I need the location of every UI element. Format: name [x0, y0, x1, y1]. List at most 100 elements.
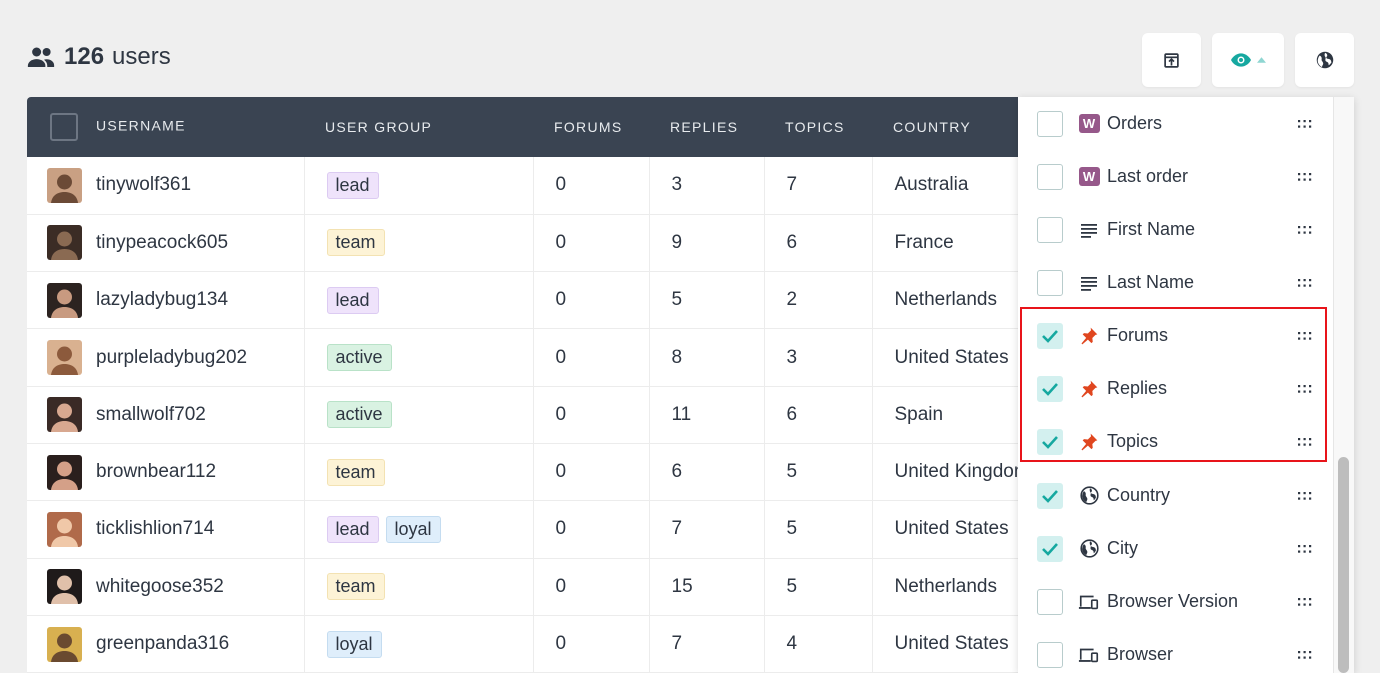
column-option-country[interactable]: Country [1018, 469, 1330, 522]
username[interactable]: greenpanda316 [96, 633, 229, 655]
table-row[interactable]: tinypeacock605 team 0 9 6 France [27, 214, 1027, 273]
topics-cell: 7 [764, 157, 873, 215]
username-cell[interactable]: tinywolf361 [27, 157, 305, 215]
column-label: TOPICS [785, 119, 845, 135]
column-option-browser[interactable]: Browser [1018, 628, 1330, 673]
column-checkbox[interactable] [1037, 641, 1063, 668]
column-option-forums[interactable]: Forums [1018, 309, 1330, 362]
username-cell[interactable]: brownbear112 [27, 443, 305, 502]
table-row[interactable]: purpleladybug202 active 0 8 3 United Sta… [27, 328, 1027, 387]
column-header-topics[interactable]: TOPICS [764, 97, 872, 157]
column-option-first-name[interactable]: First Name [1018, 203, 1330, 256]
pin-icon [1078, 378, 1100, 400]
username[interactable]: tinywolf361 [96, 174, 191, 196]
column-option-last-name[interactable]: Last Name [1018, 256, 1330, 309]
column-option-last-order[interactable]: W Last order [1018, 150, 1330, 203]
drag-handle-icon[interactable] [1298, 437, 1312, 447]
user-group-badge: team [326, 573, 385, 601]
topics-cell: 6 [764, 214, 873, 273]
avatar [47, 511, 82, 547]
export-icon [1164, 52, 1179, 68]
export-button[interactable] [1142, 33, 1201, 87]
column-checkbox[interactable] [1037, 110, 1063, 137]
column-header-replies[interactable]: REPLIES [649, 97, 764, 157]
drag-handle-icon[interactable] [1298, 597, 1312, 607]
column-checkbox[interactable] [1037, 375, 1063, 402]
column-checkbox[interactable] [1037, 588, 1063, 615]
drag-handle-icon[interactable] [1298, 225, 1312, 235]
topics-cell: 5 [764, 500, 873, 559]
column-option-browser-version[interactable]: Browser Version [1018, 575, 1330, 628]
globe-button[interactable] [1295, 33, 1354, 87]
column-checkbox[interactable] [1037, 535, 1063, 562]
column-checkbox[interactable] [1037, 322, 1063, 349]
table-header-row: USERNAME USER GROUP FORUMS REPLIES TOPIC… [27, 97, 1027, 157]
column-checkbox[interactable] [1037, 216, 1063, 243]
column-visibility-button[interactable] [1212, 33, 1284, 87]
column-checkbox[interactable] [1037, 482, 1063, 509]
user-group-badge: loyal [326, 630, 382, 658]
username-cell[interactable]: tinypeacock605 [27, 214, 305, 273]
eye-icon [1230, 53, 1251, 67]
column-checkbox[interactable] [1037, 269, 1063, 296]
avatar [47, 454, 82, 490]
user-group-badge: lead [326, 515, 379, 543]
avatar [47, 225, 82, 261]
column-option-topics[interactable]: Topics [1018, 415, 1330, 468]
username[interactable]: lazyladybug134 [96, 289, 228, 311]
table-row[interactable]: whitegoose352 team 0 15 5 Netherlands [27, 558, 1027, 616]
column-option-label: First Name [1107, 219, 1196, 239]
user-group-badge: loyal [385, 515, 441, 543]
table-row[interactable]: brownbear112 team 0 6 5 United Kingdom [27, 443, 1027, 502]
column-header-forums[interactable]: FORUMS [533, 97, 649, 157]
username[interactable]: whitegoose352 [96, 576, 224, 598]
table-row[interactable]: tinywolf361 lead 0 3 7 Australia [27, 157, 1027, 215]
username-cell[interactable]: greenpanda316 [27, 615, 305, 673]
user-group-cell: loyal [304, 615, 534, 673]
column-checkbox[interactable] [1037, 428, 1063, 455]
drag-handle-icon[interactable] [1298, 491, 1312, 501]
drag-handle-icon[interactable] [1298, 172, 1312, 182]
users-table: USERNAME USER GROUP FORUMS REPLIES TOPIC… [27, 97, 1027, 673]
drag-handle-icon[interactable] [1298, 119, 1312, 129]
column-header-user-group[interactable]: USER GROUP [304, 97, 533, 157]
table-row[interactable]: smallwolf702 active 0 11 6 Spain [27, 386, 1027, 444]
select-all-checkbox[interactable] [50, 113, 78, 141]
drag-handle-icon[interactable] [1298, 544, 1312, 554]
column-option-city[interactable]: City [1018, 522, 1330, 575]
avatar [47, 569, 82, 605]
avatar [47, 397, 82, 433]
column-header-country[interactable]: COUNTRY [872, 97, 1027, 157]
replies-cell: 8 [649, 328, 765, 387]
column-option-orders[interactable]: W Orders [1018, 97, 1330, 150]
drag-handle-icon[interactable] [1298, 650, 1312, 660]
username[interactable]: tinypeacock605 [96, 232, 228, 254]
table-row[interactable]: lazyladybug134 lead 0 5 2 Netherlands [27, 271, 1027, 330]
username-cell[interactable]: ticklishlion714 [27, 500, 305, 559]
column-option-replies[interactable]: Replies [1018, 362, 1330, 415]
username[interactable]: ticklishlion714 [96, 518, 214, 540]
column-header-username[interactable]: USERNAME [27, 97, 304, 157]
drag-handle-icon[interactable] [1298, 384, 1312, 394]
username-cell[interactable]: purpleladybug202 [27, 328, 305, 387]
column-checkbox[interactable] [1037, 163, 1063, 190]
table-row[interactable]: greenpanda316 loyal 0 7 4 United States [27, 615, 1027, 673]
username[interactable]: smallwolf702 [96, 404, 206, 426]
replies-cell: 6 [649, 443, 765, 502]
username-cell[interactable]: whitegoose352 [27, 558, 305, 616]
replies-cell: 15 [649, 558, 765, 616]
topics-cell: 5 [764, 443, 873, 502]
column-option-label: Country [1107, 485, 1171, 505]
drag-handle-icon[interactable] [1298, 278, 1312, 288]
username-cell[interactable]: smallwolf702 [27, 386, 305, 444]
country-cell: Australia [872, 157, 1027, 215]
username[interactable]: purpleladybug202 [96, 347, 247, 369]
table-row[interactable]: ticklishlion714 lead loyal 0 7 5 United S… [27, 500, 1027, 559]
country-cell: Netherlands [872, 271, 1027, 330]
drag-handle-icon[interactable] [1298, 331, 1312, 341]
username-cell[interactable]: lazyladybug134 [27, 271, 305, 330]
menu-scrollbar-thumb[interactable] [1338, 457, 1349, 673]
column-option-label: Last order [1107, 166, 1189, 186]
page-header: 126 users [26, 42, 171, 72]
username[interactable]: brownbear112 [96, 461, 216, 483]
